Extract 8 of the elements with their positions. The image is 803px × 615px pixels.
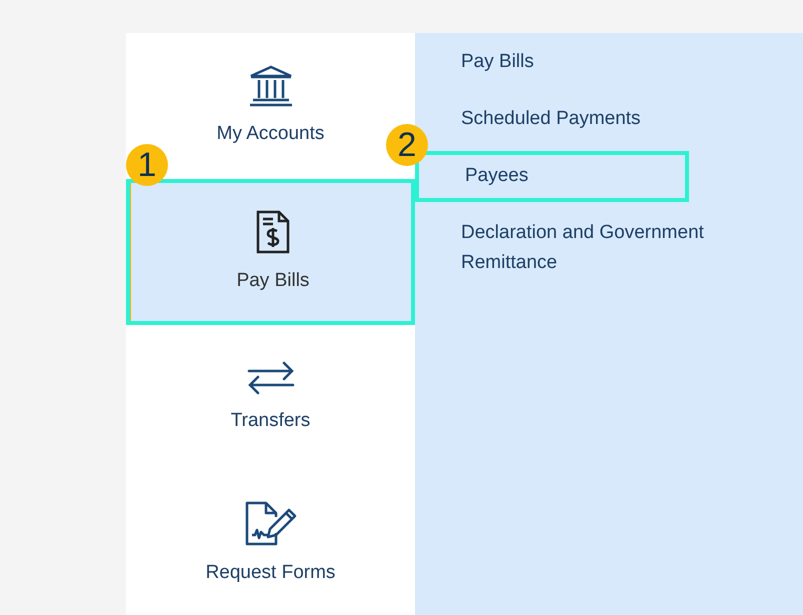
transfer-arrows-icon [246, 360, 294, 395]
submenu-link[interactable]: Scheduled Payments [461, 104, 641, 134]
submenu-link[interactable]: Payees [465, 161, 528, 191]
bill-icon [255, 208, 291, 255]
form-signature-icon [244, 500, 298, 547]
submenu-link[interactable]: Declaration and Government Remittance [461, 218, 755, 278]
submenu-link[interactable]: Pay Bills [461, 47, 534, 77]
nav-item[interactable]: Pay Bills [126, 179, 415, 325]
